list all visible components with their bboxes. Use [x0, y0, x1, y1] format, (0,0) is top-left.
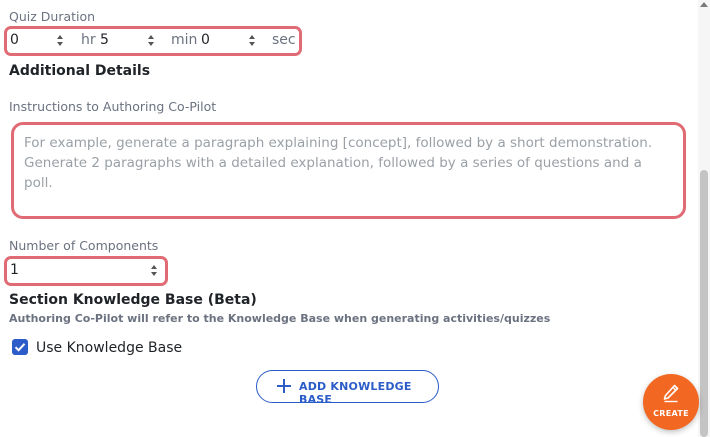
hours-input[interactable]: 0 [10, 32, 19, 48]
add-knowledge-base-button[interactable]: ADD KNOWLEDGE BASE [256, 370, 439, 406]
hours-spinner-icon[interactable] [57, 35, 65, 47]
checkmark-icon [14, 343, 26, 352]
components-label: Number of Components [9, 238, 159, 253]
create-button[interactable]: CREATE [643, 374, 699, 430]
use-knowledge-base-label[interactable]: Use Knowledge Base [36, 340, 182, 356]
seconds-unit: sec [272, 32, 296, 48]
scroll-up-arrow-icon[interactable] [700, 2, 708, 7]
hours-unit: hr [81, 32, 96, 48]
seconds-input[interactable]: 0 [201, 32, 210, 48]
knowledge-base-heading: Section Knowledge Base (Beta) [9, 292, 257, 308]
use-knowledge-base-checkbox[interactable] [12, 339, 28, 355]
minutes-spinner-icon[interactable] [148, 35, 156, 47]
knowledge-base-note: Authoring Co-Pilot will refer to the Kno… [9, 312, 551, 325]
pencil-icon [663, 384, 679, 403]
instructions-textarea[interactable]: For example, generate a paragraph explai… [11, 122, 686, 219]
scrollbar[interactable] [698, 0, 710, 437]
seconds-spinner-icon[interactable] [249, 35, 257, 47]
minutes-input[interactable]: 5 [100, 32, 109, 48]
plus-icon [277, 379, 291, 393]
components-input[interactable]: 1 [10, 262, 19, 278]
additional-details-heading: Additional Details [9, 63, 151, 79]
minutes-unit: min [171, 32, 198, 48]
components-spinner-icon[interactable] [151, 265, 159, 277]
create-button-label: CREATE [653, 409, 689, 418]
quiz-duration-label: Quiz Duration [9, 9, 96, 24]
components-highlight [4, 256, 168, 286]
scrollbar-thumb[interactable] [700, 170, 708, 437]
instructions-label: Instructions to Authoring Co-Pilot [9, 99, 217, 114]
add-knowledge-base-label: ADD KNOWLEDGE BASE [299, 380, 412, 406]
